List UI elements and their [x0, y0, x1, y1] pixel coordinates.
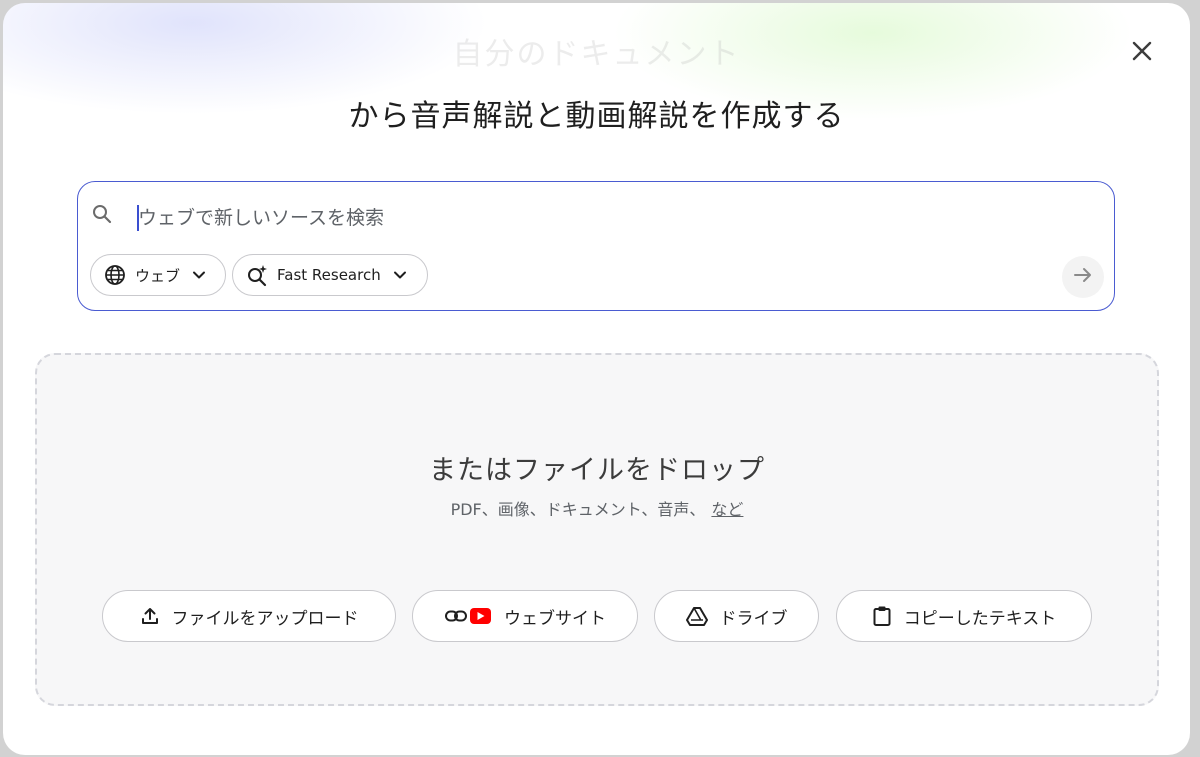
- search-input[interactable]: [138, 203, 1038, 233]
- more-types-link[interactable]: など: [711, 500, 743, 519]
- drive-label: ドライブ: [719, 608, 788, 629]
- add-sources-dialog: 自分のドキュメント から音声解説と動画解説を作成する ウェブ Fast Rese…: [3, 3, 1190, 755]
- close-icon: [1131, 40, 1153, 66]
- globe-icon: [103, 263, 127, 287]
- background-page-title: 自分のドキュメント: [452, 37, 741, 72]
- dropzone-subtitle: PDF、画像、ドキュメント、音声、 など: [37, 496, 1157, 520]
- supported-types-text: PDF、画像、ドキュメント、音声、: [450, 500, 706, 519]
- website-label: ウェブサイト: [504, 608, 606, 629]
- link-youtube-icon: [444, 605, 492, 627]
- clipboard-icon: [872, 605, 892, 627]
- search-icon: [90, 202, 114, 226]
- dialog-title: から音声解説と動画解説を作成する: [348, 99, 845, 134]
- web-search-box: ウェブ Fast Research: [77, 181, 1115, 311]
- upload-file-label: ファイルをアップロード: [171, 608, 359, 629]
- website-button[interactable]: ウェブサイト: [412, 590, 638, 642]
- research-mode-dropdown[interactable]: Fast Research: [232, 254, 428, 296]
- dropzone-title: またはファイルをドロップ: [429, 455, 765, 486]
- search-sparkle-icon: [245, 263, 269, 287]
- source-type-dropdown[interactable]: ウェブ: [90, 254, 226, 296]
- research-mode-label: Fast Research: [277, 266, 381, 284]
- source-type-label: ウェブ: [135, 266, 181, 285]
- close-button[interactable]: [1125, 36, 1159, 70]
- chevron-down-icon: [391, 266, 409, 284]
- arrow-right-icon: [1072, 264, 1094, 290]
- copied-text-button[interactable]: コピーしたテキスト: [836, 590, 1092, 642]
- chevron-down-icon: [190, 266, 208, 284]
- submit-search-button[interactable]: [1062, 256, 1104, 298]
- upload-file-button[interactable]: ファイルをアップロード: [102, 590, 396, 642]
- drive-button[interactable]: ドライブ: [654, 590, 819, 642]
- copied-text-label: コピーしたテキスト: [903, 608, 1057, 629]
- drive-icon: [685, 605, 708, 627]
- file-dropzone[interactable]: またはファイルをドロップ PDF、画像、ドキュメント、音声、 など ファイルをアッ…: [35, 353, 1159, 706]
- upload-icon: [140, 606, 160, 626]
